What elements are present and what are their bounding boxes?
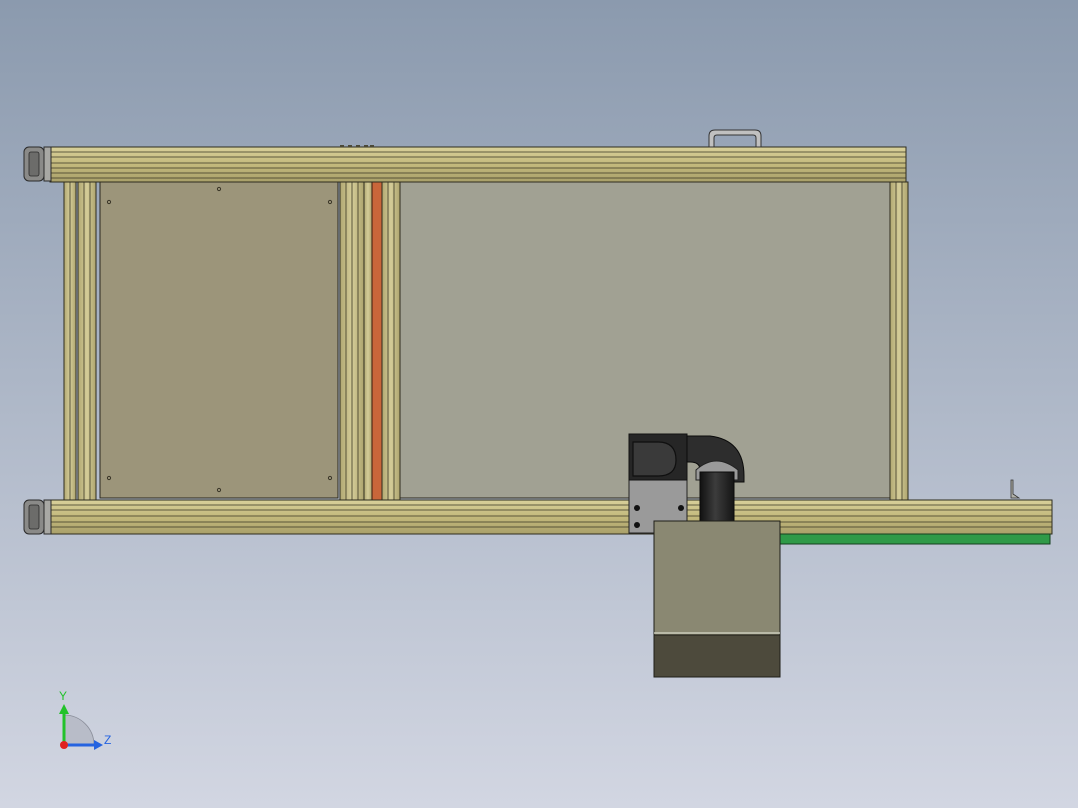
z-axis-label: Z <box>104 733 111 747</box>
vertical-pipe <box>699 471 735 523</box>
x-axis-dot <box>60 741 68 749</box>
gearbox-base <box>653 634 781 678</box>
gearbox-body <box>653 520 781 636</box>
end-cap-top[interactable] <box>23 146 52 182</box>
gearbox[interactable] <box>653 520 781 678</box>
cad-viewport[interactable]: Y Z <box>0 0 1078 808</box>
bolt <box>634 522 640 528</box>
right-post[interactable] <box>889 181 909 501</box>
left-panel[interactable] <box>99 181 339 499</box>
elbow-assembly[interactable] <box>628 433 745 534</box>
bolt <box>678 505 684 511</box>
top-rail[interactable] <box>49 146 907 183</box>
bolt <box>634 505 640 511</box>
bottom-rail[interactable] <box>49 499 1053 535</box>
end-cap-bottom[interactable] <box>23 499 52 535</box>
green-strip <box>779 533 1051 545</box>
middle-post[interactable] <box>339 181 401 501</box>
cad-canvas[interactable]: Y Z <box>0 0 1078 808</box>
left-post[interactable] <box>63 181 97 501</box>
orange-strip <box>371 181 383 501</box>
y-axis-label: Y <box>59 689 67 703</box>
elbow-face <box>632 441 677 477</box>
